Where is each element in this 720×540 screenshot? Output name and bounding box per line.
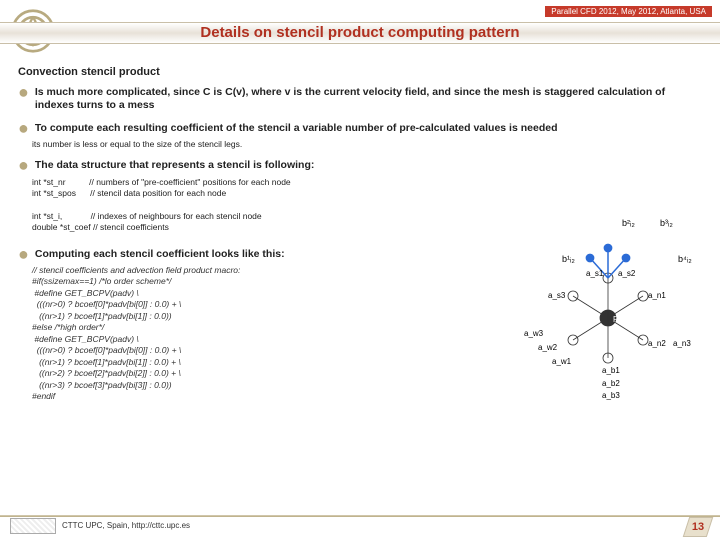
svg-text:b²ᵢ₂: b²ᵢ₂ bbox=[622, 218, 635, 228]
bullet-2-sub: its number is less or equal to the size … bbox=[32, 139, 702, 149]
page-number: 13 bbox=[686, 517, 710, 537]
svg-text:a_s2: a_s2 bbox=[618, 269, 636, 278]
bullet-text: Is much more complicated, since C is C(v… bbox=[35, 86, 702, 112]
footer-logo bbox=[10, 518, 56, 534]
bullet-text: The data structure that represents a ste… bbox=[35, 159, 314, 172]
svg-text:a_b2: a_b2 bbox=[602, 379, 620, 388]
bullet-icon: ● bbox=[18, 86, 29, 98]
bullet-text: Computing each stencil coefficient looks… bbox=[35, 248, 285, 261]
svg-text:a_s1: a_s1 bbox=[586, 269, 604, 278]
title-bar: Details on stencil product computing pat… bbox=[0, 18, 720, 48]
svg-text:a_w3: a_w3 bbox=[524, 329, 544, 338]
bullet-2: ● To compute each resulting coefficient … bbox=[18, 122, 702, 135]
svg-text:a_b1: a_b1 bbox=[602, 366, 620, 375]
footer-text: CTTC UPC, Spain, http://cttc.upc.es bbox=[62, 521, 190, 530]
svg-text:a_w1: a_w1 bbox=[552, 357, 572, 366]
bullet-icon: ● bbox=[18, 248, 29, 260]
bullet-1: ● Is much more complicated, since C is C… bbox=[18, 86, 702, 112]
bullet-icon: ● bbox=[18, 122, 29, 134]
svg-text:a_s3: a_s3 bbox=[548, 291, 566, 300]
content-area: Convection stencil product ● Is much mor… bbox=[18, 60, 702, 510]
bullet-icon: ● bbox=[18, 159, 29, 171]
venue-bar: Parallel CFD 2012, May 2012, Atlanta, US… bbox=[545, 6, 712, 17]
svg-text:P: P bbox=[613, 315, 618, 324]
svg-text:a_n1: a_n1 bbox=[648, 291, 666, 300]
section-heading: Convection stencil product bbox=[18, 66, 702, 78]
svg-text:a_n2: a_n2 bbox=[648, 339, 666, 348]
svg-text:b³ᵢ₂: b³ᵢ₂ bbox=[660, 218, 673, 228]
svg-text:a_b3: a_b3 bbox=[602, 391, 620, 400]
svg-text:a_w2: a_w2 bbox=[538, 343, 558, 352]
bullet-text: To compute each resulting coefficient of… bbox=[35, 122, 558, 135]
svg-text:a_n3: a_n3 bbox=[673, 339, 691, 348]
bullet-3: ● The data structure that represents a s… bbox=[18, 159, 702, 172]
svg-text:b¹ᵢ₂: b¹ᵢ₂ bbox=[562, 254, 575, 264]
footer: CTTC UPC, Spain, http://cttc.upc.es bbox=[0, 515, 720, 537]
page-title: Details on stencil product computing pat… bbox=[0, 18, 720, 48]
svg-text:b⁴ᵢ₂: b⁴ᵢ₂ bbox=[678, 254, 692, 264]
stencil-diagram: P a_s1 a_s2 a_s3 a_n1 a_n2 a_n3 a_w3 a_w2 a_w… bbox=[518, 208, 698, 408]
